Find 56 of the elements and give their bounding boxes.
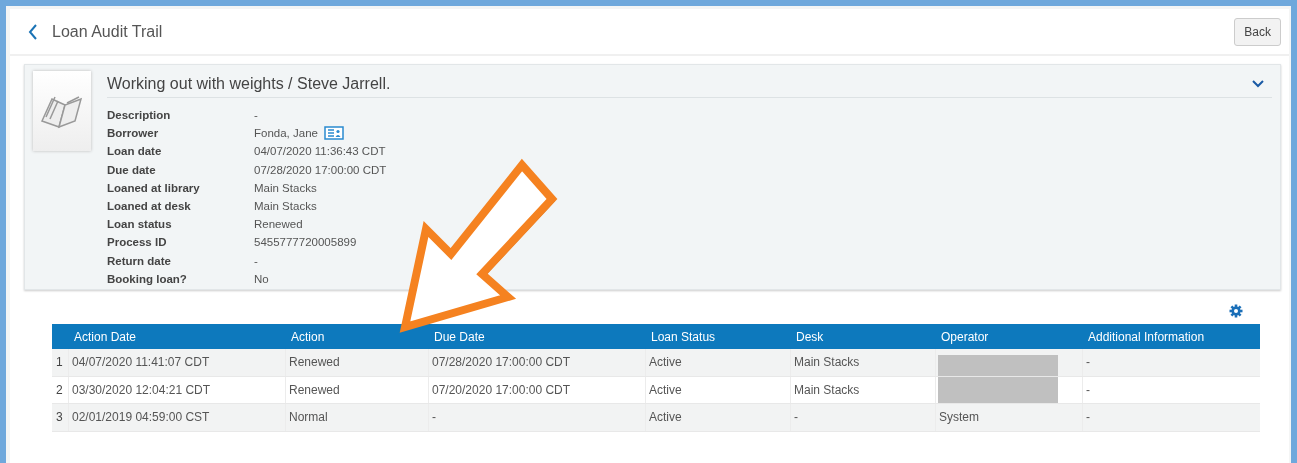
table-cell: - bbox=[794, 410, 798, 425]
field-label: Description bbox=[107, 108, 172, 123]
table-cell: 02/01/2019 04:59:00 CST bbox=[72, 410, 210, 425]
field-label: Process ID bbox=[107, 235, 168, 251]
field-value: No bbox=[254, 271, 269, 287]
row-number: 2 bbox=[55, 382, 64, 397]
table-cell: Renewed bbox=[289, 355, 340, 370]
field-value: 07/28/2020 17:00:00 CDT bbox=[254, 162, 387, 178]
field-label: Loan status bbox=[107, 217, 173, 233]
field-value: - bbox=[254, 253, 258, 269]
field-label: Loan date bbox=[107, 144, 163, 160]
column-header[interactable]: Additional Information bbox=[1082, 329, 1260, 344]
patron-card-icon[interactable] bbox=[323, 126, 344, 141]
book-icon bbox=[33, 71, 91, 151]
field-label: Loaned at library bbox=[107, 180, 201, 196]
table-cell: Main Stacks bbox=[794, 382, 860, 397]
field-value: - bbox=[254, 108, 258, 123]
table-cell: System bbox=[939, 410, 979, 425]
column-header[interactable]: Due Date bbox=[428, 329, 645, 344]
table-cell: - bbox=[1086, 355, 1090, 370]
field-label: Loaned at desk bbox=[107, 199, 192, 214]
table-cell: 07/20/2020 17:00:00 CDT bbox=[432, 382, 571, 397]
settings-icon[interactable] bbox=[1229, 304, 1243, 318]
table-cell: 07/28/2020 17:00:00 CDT bbox=[432, 355, 571, 370]
column-header[interactable]: Action bbox=[285, 329, 428, 344]
field-value: Main Stacks bbox=[254, 199, 317, 214]
field-label: Booking loan? bbox=[107, 271, 188, 287]
column-header[interactable]: Operator bbox=[935, 329, 1082, 344]
column-header[interactable]: Loan Status bbox=[645, 329, 790, 344]
field-label: Due date bbox=[107, 162, 157, 178]
item-title: Working out with weights / Steve Jarrell. bbox=[107, 75, 391, 93]
table-cell: - bbox=[432, 410, 436, 425]
table-cell: Main Stacks bbox=[794, 355, 860, 370]
table-cell: Active bbox=[649, 355, 682, 370]
field-value: Fonda, Jane bbox=[254, 126, 318, 142]
field-value: Main Stacks bbox=[254, 180, 317, 196]
table-cell: - bbox=[1086, 410, 1090, 425]
back-button[interactable]: Back bbox=[1234, 17, 1281, 46]
row-number: 3 bbox=[55, 410, 64, 425]
field-value: Renewed bbox=[254, 217, 303, 233]
table-cell: Active bbox=[649, 410, 682, 425]
table-cell: 04/07/2020 11:41:07 CDT bbox=[72, 355, 210, 370]
table-cell: - bbox=[1086, 382, 1090, 397]
field-label: Return date bbox=[107, 253, 172, 269]
field-value: 04/07/2020 11:36:43 CDT bbox=[254, 144, 386, 160]
field-value: 5455777720005899 bbox=[254, 235, 357, 251]
table-cell: Renewed bbox=[289, 382, 340, 397]
row-number: 1 bbox=[55, 355, 64, 370]
table-cell: 03/30/2020 12:04:21 CDT bbox=[72, 382, 211, 397]
column-header[interactable]: Action Date bbox=[68, 329, 285, 344]
table-cell: Active bbox=[649, 382, 682, 397]
table-cell: Normal bbox=[289, 410, 328, 425]
column-header[interactable]: Desk bbox=[790, 329, 935, 344]
field-label: Borrower bbox=[107, 126, 160, 142]
chevron-icon[interactable] bbox=[1252, 80, 1264, 88]
page-title: Loan Audit Trail bbox=[52, 22, 163, 41]
